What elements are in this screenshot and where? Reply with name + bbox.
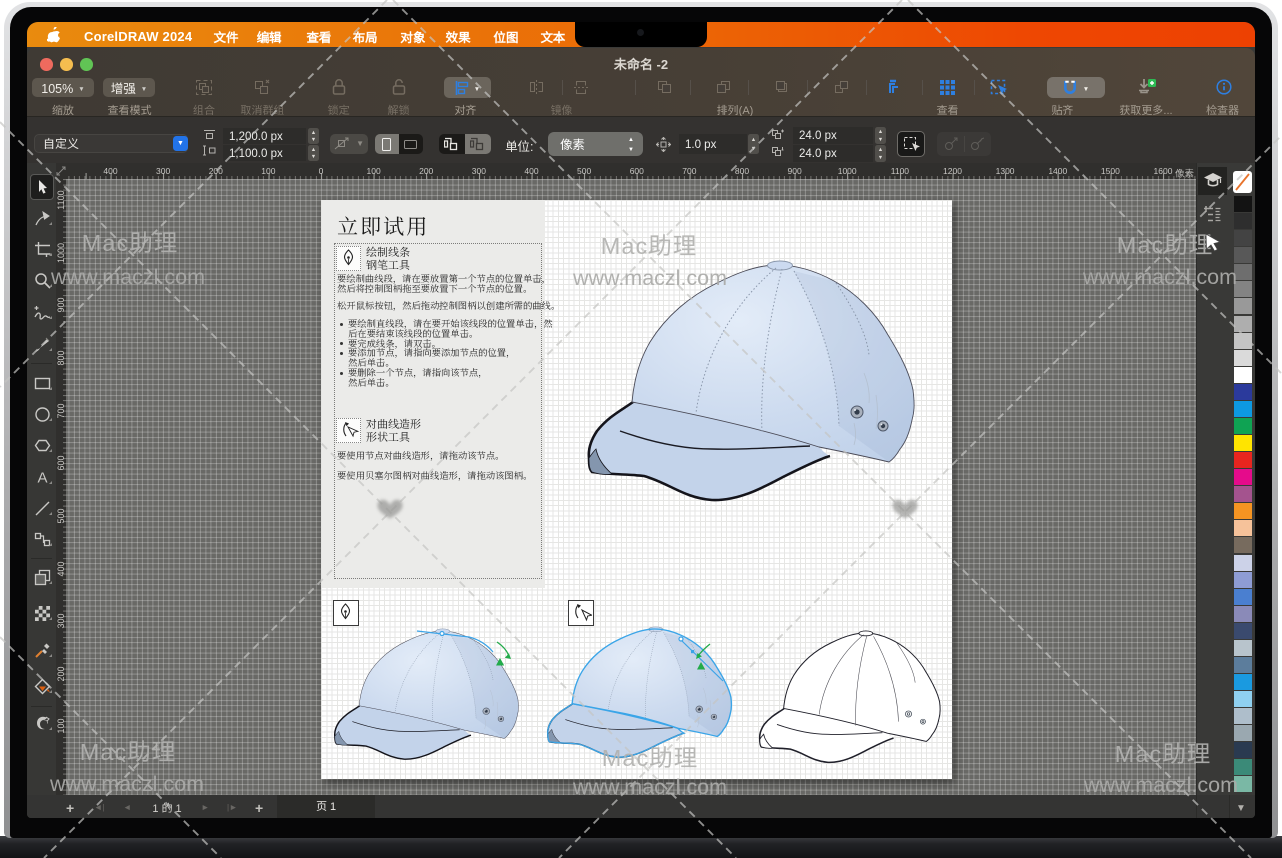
svg-text:A: A (37, 469, 47, 486)
